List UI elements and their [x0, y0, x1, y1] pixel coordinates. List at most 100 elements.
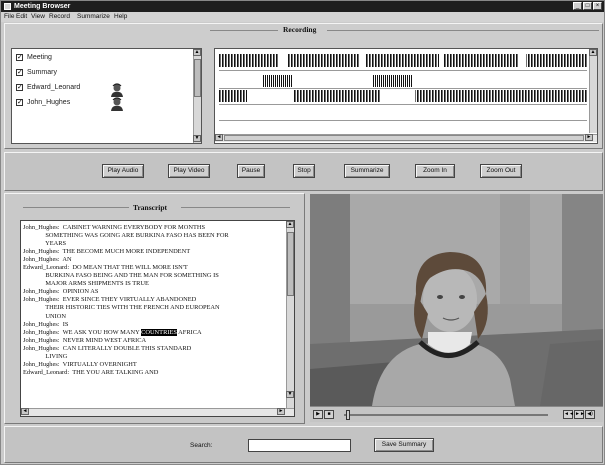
checkbox[interactable]: ✓: [16, 99, 23, 106]
track-checklist: ✓ Meeting ✓ Summary ✓ Edward_Leonard ✓ J…: [11, 48, 202, 144]
transcript-segment: John_Hughes: WE ASK YOU HOW MANY: [23, 328, 142, 336]
scroll-up-icon[interactable]: ▲: [589, 49, 597, 56]
divider: [181, 207, 290, 208]
transcript-segment: John_Hughes: THE BECOME MUCH MORE INDEPE…: [23, 248, 191, 256]
minimize-icon[interactable]: _: [573, 2, 582, 10]
checkbox[interactable]: ✓: [16, 54, 23, 61]
timeline-row-divider: [219, 70, 587, 71]
menu-record[interactable]: Record: [49, 13, 70, 21]
transcript-segment: UNION: [23, 312, 66, 320]
pause-button[interactable]: Pause: [237, 164, 265, 178]
video-player[interactable]: [310, 194, 603, 406]
volume-icon[interactable]: ◀): [585, 410, 595, 419]
transcript-segment: Edward_Leonard: DO MEAN THAT THE WILL MO…: [23, 264, 188, 272]
maximize-icon[interactable]: □: [583, 2, 592, 10]
zoom-out-button[interactable]: Zoom Out: [480, 164, 522, 178]
stop-icon[interactable]: ■: [324, 410, 334, 419]
scroll-thumb[interactable]: [224, 135, 584, 141]
timeline-hscrollbar[interactable]: ◄ ►: [215, 134, 597, 142]
search-label: Search:: [190, 442, 213, 449]
timeline-track-edward-leonard[interactable]: [219, 90, 587, 102]
divider: [210, 30, 278, 31]
checklist-scrollbar[interactable]: ▲ ▼: [193, 49, 201, 143]
menu-edit[interactable]: Edit: [16, 13, 27, 21]
scroll-thumb[interactable]: [287, 232, 294, 296]
video-seek-track[interactable]: [344, 414, 548, 416]
menu-file[interactable]: File: [4, 13, 14, 21]
divider: [23, 207, 129, 208]
transcript-line[interactable]: John_Hughes: THE BECOME MUCH MORE INDEPE…: [23, 248, 285, 256]
scroll-right-icon[interactable]: ►: [277, 408, 285, 415]
timeline-track-summary[interactable]: [219, 75, 587, 87]
save-summary-button[interactable]: Save Summary: [374, 438, 434, 452]
scroll-left-icon[interactable]: ◄: [21, 408, 29, 415]
transcript-line[interactable]: John_Hughes: WE ASK YOU HOW MANY COUNTRI…: [23, 328, 285, 337]
stop-button[interactable]: Stop: [293, 164, 315, 178]
speaker-portrait-icon: [111, 83, 123, 97]
transcript-line[interactable]: MAJOR ARMS SHIPMENTS IS TRUE: [23, 280, 285, 288]
zoom-in-button[interactable]: Zoom In: [415, 164, 455, 178]
track-row-meeting[interactable]: ✓ Meeting: [14, 53, 190, 65]
close-icon[interactable]: ×: [593, 2, 602, 10]
transcript-line[interactable]: Edward_Leonard: DO MEAN THAT THE WILL MO…: [23, 264, 285, 272]
transcript-segment: John_Hughes: CABINET WARNING EVERYBODY F…: [23, 224, 206, 231]
search-input[interactable]: [248, 439, 351, 452]
video-seek-thumb[interactable]: [346, 410, 350, 420]
highlighted-word: COUNTRIES: [141, 328, 177, 336]
scroll-up-icon[interactable]: ▲: [286, 221, 294, 228]
checkbox[interactable]: ✓: [16, 69, 23, 76]
transcript-vscrollbar[interactable]: ▲ ▼: [286, 221, 294, 408]
transcript-line[interactable]: John_Hughes: VIRTUALLY OVERNIGHT: [23, 361, 285, 369]
timeline-vscrollbar[interactable]: ▲: [589, 49, 597, 133]
transcript-segment: MAJOR ARMS SHIPMENTS IS TRUE: [23, 280, 149, 288]
transcript-line[interactable]: John_Hughes: EVER SINCE THEY VIRTUALLY A…: [23, 296, 285, 304]
summarize-button[interactable]: Summarize: [344, 164, 390, 178]
transcript-line[interactable]: John_Hughes: CABINET WARNING EVERYBODY F…: [23, 224, 285, 232]
transcript-line[interactable]: John_Hughes: IS: [23, 321, 285, 329]
timeline-track-meeting[interactable]: [219, 54, 587, 67]
transcript-text-area[interactable]: John_Hughes: CABINET WARNING EVERYBODY F…: [20, 220, 295, 417]
transcript-line[interactable]: John_Hughes: OPINION AS: [23, 288, 285, 296]
app-icon: [4, 3, 11, 10]
rewind-icon[interactable]: ◄◄: [563, 410, 574, 419]
track-row-summary[interactable]: ✓ Summary: [14, 68, 190, 80]
transcript-line[interactable]: John_Hughes: AN: [23, 256, 285, 264]
timeline-row-divider: [219, 120, 587, 121]
scroll-thumb[interactable]: [194, 59, 201, 97]
play-video-button[interactable]: Play Video: [168, 164, 210, 178]
scroll-right-icon[interactable]: ►: [585, 134, 593, 141]
menu-summarize[interactable]: Summarize: [77, 13, 110, 21]
checkbox[interactable]: ✓: [16, 84, 23, 91]
transcript-segment: SOMETHING WAS GOING ARE BURKINA FASO HAS…: [23, 232, 229, 240]
title-bar: Meeting Browser _ □ ×: [1, 1, 604, 12]
transcript-line[interactable]: BURKINA FASO BEING AND THE MAN FOR SOMET…: [23, 272, 285, 280]
scroll-left-icon[interactable]: ◄: [215, 134, 223, 141]
transcript-segment: John_Hughes: AN: [23, 256, 72, 264]
play-audio-button[interactable]: Play Audio: [102, 164, 144, 178]
transcript-segment: LIVING: [23, 352, 68, 360]
forward-icon[interactable]: ►►: [574, 410, 585, 419]
transcript-line[interactable]: LIVING: [23, 353, 285, 361]
transcript-line[interactable]: YEARS: [23, 240, 285, 248]
transcript-line[interactable]: SOMETHING WAS GOING ARE BURKINA FASO HAS…: [23, 232, 285, 240]
recording-heading: Recording: [283, 25, 317, 34]
transcript-line[interactable]: John_Hughes: CAN LITERALLY DOUBLE THIS S…: [23, 345, 285, 353]
transcript-line[interactable]: UNION: [23, 313, 285, 321]
transcript-line[interactable]: Edward_Leonard: THE YOU ARE TALKING AND: [23, 369, 285, 377]
video-frame: [310, 194, 603, 406]
menu-help[interactable]: Help: [114, 13, 127, 21]
transcript-segment: John_Hughes: IS: [23, 320, 69, 328]
divider: [327, 30, 599, 31]
transcript-segment: THEIR HISTORIC TIES WITH THE FRENCH AND …: [23, 304, 220, 312]
menu-view[interactable]: View: [31, 13, 45, 21]
recording-timeline[interactable]: ▲ ◄ ►: [214, 48, 598, 144]
transcript-line[interactable]: THEIR HISTORIC TIES WITH THE FRENCH AND …: [23, 304, 285, 312]
meeting-browser-window: Meeting Browser _ □ × File Edit View Rec…: [0, 0, 605, 465]
transcript-hscrollbar[interactable]: ◄ ►: [21, 408, 294, 416]
transcript-segment: John_Hughes: VIRTUALLY OVERNIGHT: [23, 360, 137, 368]
scroll-up-icon[interactable]: ▲: [193, 49, 201, 56]
transcript-line[interactable]: John_Hughes: NEVER MIND WEST AFRICA: [23, 337, 285, 345]
scroll-down-icon[interactable]: ▼: [193, 135, 201, 142]
play-icon[interactable]: ▶: [313, 410, 323, 419]
scroll-down-icon[interactable]: ▼: [286, 391, 294, 398]
